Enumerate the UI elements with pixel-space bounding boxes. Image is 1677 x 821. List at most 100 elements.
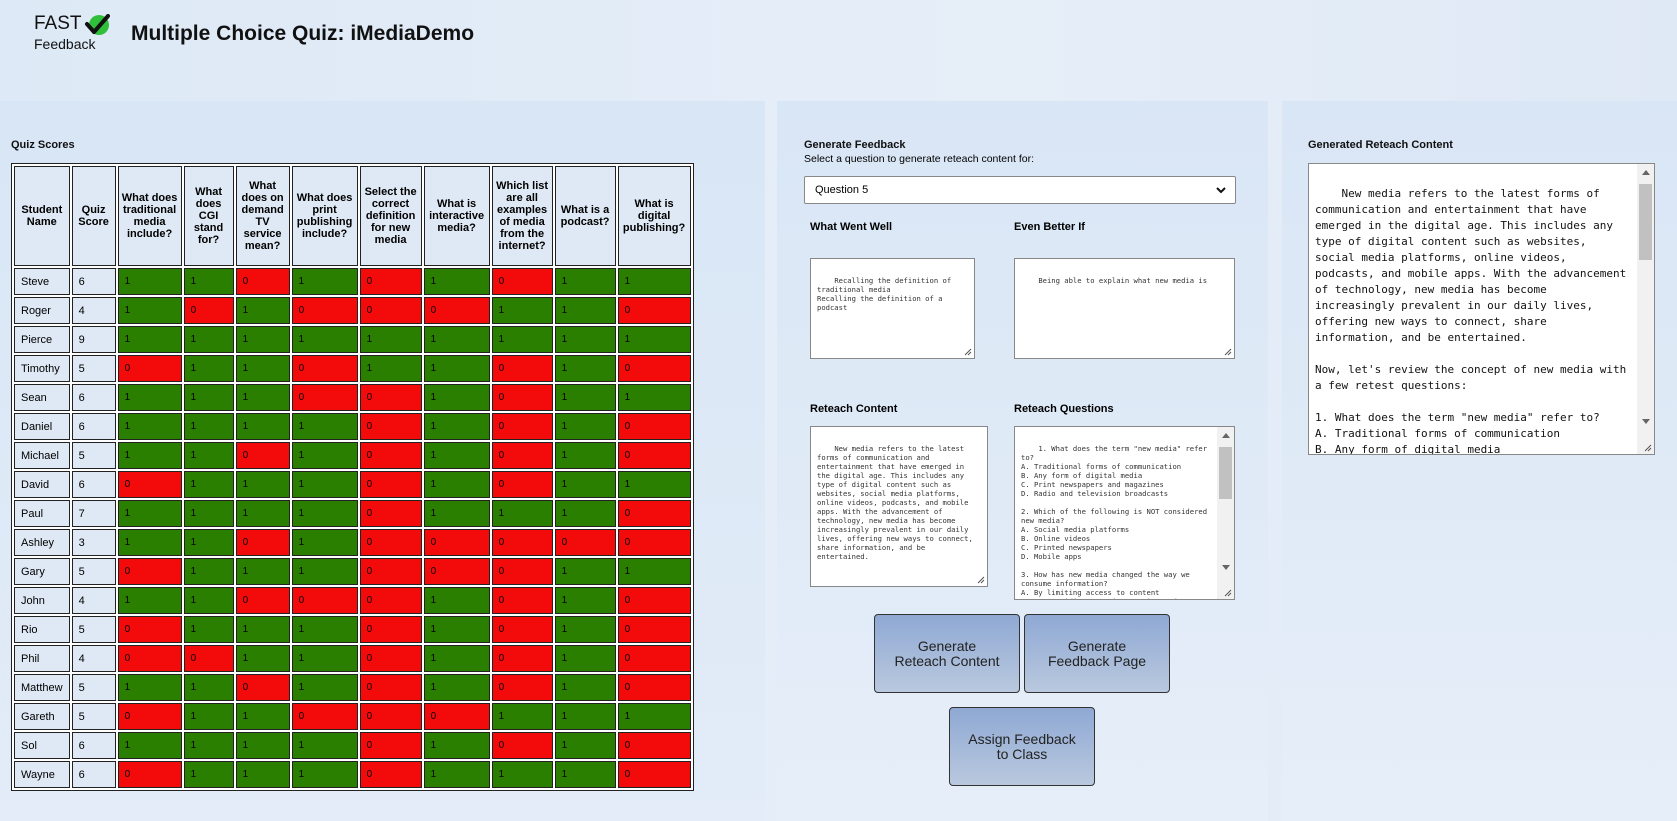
correct-answer-cell: 1 xyxy=(491,297,553,324)
scroll-down-icon[interactable] xyxy=(1222,565,1230,570)
quiz-score-cell: 5 xyxy=(71,674,116,701)
scrollbar[interactable] xyxy=(1217,427,1234,599)
student-name-cell: Ashley xyxy=(14,529,70,556)
generated-reteach-textarea[interactable]: New media refers to the latest forms of … xyxy=(1308,163,1655,455)
column-header: Select the correct definition for new me… xyxy=(359,166,422,266)
column-header: What does CGI stand for? xyxy=(183,166,234,266)
even-better-if-label: Even Better If xyxy=(1014,221,1085,233)
quiz-score-cell: 6 xyxy=(71,268,116,295)
correct-answer-cell: 1 xyxy=(423,268,490,295)
correct-answer-cell: 1 xyxy=(183,558,234,585)
incorrect-answer-cell: 0 xyxy=(359,645,422,672)
scroll-up-icon[interactable] xyxy=(1642,170,1650,175)
resize-grip-icon[interactable] xyxy=(962,346,972,356)
what-went-well-textarea[interactable]: Recalling the definition of traditional … xyxy=(810,258,975,359)
reteach-content-text: New media refers to the latest forms of … xyxy=(817,444,978,561)
quiz-score-cell: 9 xyxy=(71,326,116,353)
correct-answer-cell: 1 xyxy=(423,616,490,643)
correct-answer-cell: 1 xyxy=(617,384,691,411)
generate-reteach-content-button[interactable]: Generate Reteach Content xyxy=(874,614,1020,693)
incorrect-answer-cell: 0 xyxy=(291,384,358,411)
correct-answer-cell: 1 xyxy=(183,471,234,498)
correct-answer-cell: 1 xyxy=(423,645,490,672)
student-name-cell: Sol xyxy=(14,732,70,759)
incorrect-answer-cell: 0 xyxy=(117,355,182,382)
table-row: Wayne 6 0 1 1 1 0 1 1 1 0 xyxy=(14,761,691,788)
fast-feedback-logo: FAST Feedback xyxy=(34,14,114,54)
column-header: What does on demand TV service mean? xyxy=(235,166,290,266)
generated-reteach-panel: Generated Reteach Content New media refe… xyxy=(1282,101,1677,821)
incorrect-answer-cell: 0 xyxy=(117,761,182,788)
checkmark-icon xyxy=(85,14,110,35)
correct-answer-cell: 1 xyxy=(491,326,553,353)
incorrect-answer-cell: 0 xyxy=(617,529,691,556)
incorrect-answer-cell: 0 xyxy=(359,297,422,324)
incorrect-answer-cell: 0 xyxy=(359,761,422,788)
correct-answer-cell: 1 xyxy=(554,471,616,498)
scroll-up-icon[interactable] xyxy=(1222,433,1230,438)
quiz-score-cell: 4 xyxy=(71,297,116,324)
correct-answer-cell: 1 xyxy=(235,645,290,672)
student-name-cell: Paul xyxy=(14,500,70,527)
resize-grip-icon[interactable] xyxy=(1642,442,1652,452)
correct-answer-cell: 1 xyxy=(117,674,182,701)
student-name-cell: Gary xyxy=(14,558,70,585)
correct-answer-cell: 1 xyxy=(423,413,490,440)
correct-answer-cell: 1 xyxy=(617,558,691,585)
correct-answer-cell: 1 xyxy=(291,413,358,440)
assign-feedback-button[interactable]: Assign Feedback to Class xyxy=(949,707,1095,786)
table-row: Daniel 6 1 1 1 1 0 1 0 1 0 xyxy=(14,413,691,440)
incorrect-answer-cell: 0 xyxy=(183,645,234,672)
table-row: Phil 4 0 0 1 1 0 1 0 1 0 xyxy=(14,645,691,672)
table-row: David 6 0 1 1 1 0 1 0 1 1 xyxy=(14,471,691,498)
quiz-scores-table: Student Name Quiz Score What does traditio… xyxy=(11,163,694,791)
resize-grip-icon[interactable] xyxy=(1222,346,1232,356)
correct-answer-cell: 1 xyxy=(117,732,182,759)
student-name-cell: Gareth xyxy=(14,703,70,730)
column-header: What does print publishing include? xyxy=(291,166,358,266)
table-row: Matthew 5 1 1 0 1 0 1 0 1 0 xyxy=(14,674,691,701)
incorrect-answer-cell: 0 xyxy=(235,268,290,295)
correct-answer-cell: 1 xyxy=(183,268,234,295)
correct-answer-cell: 1 xyxy=(554,500,616,527)
student-name-cell: Phil xyxy=(14,645,70,672)
question-select-value: Question 5 xyxy=(815,184,869,196)
column-header: Quiz Score xyxy=(71,166,116,266)
student-name-cell: David xyxy=(14,471,70,498)
generated-reteach-text: New media refers to the latest forms of … xyxy=(1315,187,1627,455)
quiz-scores-panel: Quiz Scores Student Name Quiz Score What d… xyxy=(0,101,765,821)
table-row: Steve 6 1 1 0 1 0 1 0 1 1 xyxy=(14,268,691,295)
scrollbar[interactable] xyxy=(1637,164,1654,454)
student-name-cell: John xyxy=(14,587,70,614)
resize-grip-icon[interactable] xyxy=(975,574,985,584)
incorrect-answer-cell: 0 xyxy=(491,674,553,701)
scrollbar-thumb[interactable] xyxy=(1219,447,1232,499)
quiz-score-cell: 6 xyxy=(71,761,116,788)
incorrect-answer-cell: 0 xyxy=(617,413,691,440)
incorrect-answer-cell: 0 xyxy=(491,442,553,469)
quiz-score-cell: 5 xyxy=(71,703,116,730)
scrollbar-thumb[interactable] xyxy=(1639,184,1652,260)
student-name-cell: Roger xyxy=(14,297,70,324)
correct-answer-cell: 1 xyxy=(235,761,290,788)
scroll-down-icon[interactable] xyxy=(1642,419,1650,424)
quiz-score-cell: 5 xyxy=(71,442,116,469)
generate-feedback-page-button[interactable]: Generate Feedback Page xyxy=(1024,614,1170,693)
correct-answer-cell: 1 xyxy=(117,587,182,614)
reteach-questions-textarea[interactable]: 1. What does the term "new media" refer … xyxy=(1014,426,1235,600)
incorrect-answer-cell: 0 xyxy=(423,558,490,585)
resize-grip-icon[interactable] xyxy=(1222,587,1232,597)
correct-answer-cell: 1 xyxy=(554,326,616,353)
question-select[interactable]: Question 5 xyxy=(804,176,1236,204)
reteach-content-textarea[interactable]: New media refers to the latest forms of … xyxy=(810,426,988,587)
correct-answer-cell: 1 xyxy=(235,355,290,382)
incorrect-answer-cell: 0 xyxy=(291,297,358,324)
correct-answer-cell: 1 xyxy=(554,616,616,643)
correct-answer-cell: 1 xyxy=(423,384,490,411)
incorrect-answer-cell: 0 xyxy=(359,587,422,614)
student-name-cell: Steve xyxy=(14,268,70,295)
incorrect-answer-cell: 0 xyxy=(423,297,490,324)
even-better-if-textarea[interactable]: Being able to explain what new media is xyxy=(1014,258,1235,359)
student-name-cell: Matthew xyxy=(14,674,70,701)
even-better-if-text: Being able to explain what new media is xyxy=(1038,276,1208,285)
